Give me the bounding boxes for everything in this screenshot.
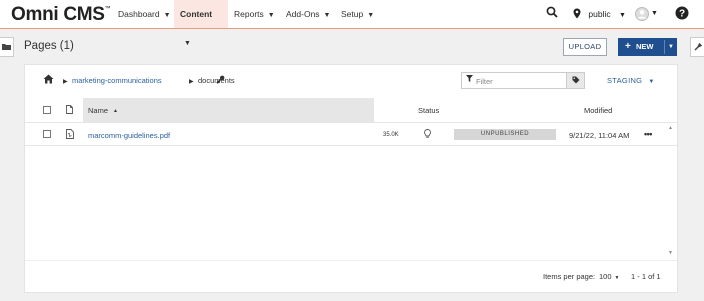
help-icon[interactable]: ? <box>675 6 689 22</box>
environment-selector[interactable]: STAGING ▼ <box>607 76 655 85</box>
tag-filter-button[interactable] <box>566 73 584 88</box>
key-icon[interactable] <box>216 75 225 87</box>
nav-reports[interactable]: Reports ▼ <box>228 0 281 28</box>
chevron-down-icon: ▼ <box>648 79 655 85</box>
new-button-label: NEW <box>636 42 654 51</box>
nav-content-label: Content <box>180 9 213 19</box>
file-name-link[interactable]: marcomm-guidelines.pdf <box>88 131 170 140</box>
items-per-page-value: 100 <box>599 272 612 281</box>
nav-dashboard-label: Dashboard <box>118 9 160 19</box>
top-navigation: Omni CMS™ Dashboard ▼ Content▼ Reports ▼ A… <box>0 0 704 47</box>
chevron-down-icon: ▼ <box>618 12 626 19</box>
modified-date: 9/21/22, 11:04 AM <box>569 131 630 140</box>
new-button[interactable]: + NEW ▼ <box>618 38 677 56</box>
right-panel-toggle[interactable] <box>690 37 704 57</box>
breadcrumb-separator-icon: ▶ <box>63 79 68 85</box>
nav-setup-label: Setup <box>341 9 364 19</box>
svg-text:?: ? <box>679 9 685 20</box>
status-badge: UNPUBLISHED <box>454 129 556 140</box>
site-selector[interactable]: public ▼ <box>573 6 626 22</box>
pagination-range: 1 - 1 of 1 <box>631 272 661 281</box>
nav-setup[interactable]: Setup ▼ <box>335 0 380 28</box>
trademark-mark: ™ <box>104 6 111 12</box>
row-checkbox[interactable] <box>43 130 51 138</box>
filter-field <box>461 72 585 89</box>
sort-ascending-icon: ▲ <box>113 108 118 114</box>
chevron-down-icon: ▼ <box>614 275 620 281</box>
page-title: Pages (1) <box>24 40 74 52</box>
nav-add-ons[interactable]: Add-Ons ▼ <box>280 0 336 28</box>
select-all-checkbox[interactable] <box>43 106 51 114</box>
button-divider <box>664 40 665 54</box>
chevron-down-icon: ▼ <box>651 10 658 17</box>
site-label: public <box>588 9 611 19</box>
nav-content[interactable]: Content ▼ <box>174 0 228 47</box>
scroll-down-icon[interactable]: ▼ <box>668 250 673 256</box>
nav-add-ons-label: Add-Ons <box>286 9 320 19</box>
logo-text: Omni CMS <box>11 4 105 25</box>
chevron-down-icon: ▼ <box>367 12 375 19</box>
new-dropdown-caret-icon[interactable]: ▼ <box>668 38 674 56</box>
file-browser-panel: ▶ marketing-communications ▶ documents S… <box>24 64 678 293</box>
tag-icon <box>572 76 579 84</box>
chevron-down-icon: ▼ <box>163 12 171 19</box>
upload-button[interactable]: UPLOAD <box>563 38 607 56</box>
nav-dashboard[interactable]: Dashboard ▼ <box>112 0 177 28</box>
environment-label: STAGING <box>607 76 643 85</box>
chevron-down-icon: ▼ <box>323 12 331 19</box>
status-column-label[interactable]: Status <box>418 106 439 115</box>
user-menu[interactable]: ▼ <box>635 7 658 23</box>
filter-input[interactable] <box>476 75 566 87</box>
breadcrumb-marketing-communications[interactable]: marketing-communications <box>72 76 162 86</box>
gadget-icon <box>693 42 702 51</box>
table-scrollbar[interactable]: ▲ ▼ <box>666 123 676 259</box>
avatar-icon <box>635 7 649 21</box>
items-per-page-select[interactable]: 100 ▼ <box>599 272 619 281</box>
location-pin-icon <box>573 8 581 19</box>
chevron-down-icon: ▼ <box>267 12 275 19</box>
folder-icon <box>2 44 11 51</box>
file-type-header-icon <box>66 105 73 116</box>
omni-cms-logo[interactable]: Omni CMS™ <box>11 4 111 26</box>
pagination-bar: Items per page: 100 ▼ 1 - 1 of 1 <box>25 260 677 293</box>
home-icon[interactable] <box>43 74 54 87</box>
file-size: 35.0K <box>383 132 399 138</box>
modified-column-label[interactable]: Modified <box>584 106 612 115</box>
left-panel-toggle[interactable] <box>0 37 14 57</box>
plus-icon: + <box>625 41 631 52</box>
name-column-label: Name <box>88 106 109 115</box>
breadcrumb-separator-icon: ▶ <box>189 79 194 85</box>
search-icon[interactable] <box>546 6 558 22</box>
chevron-down-icon: ▼ <box>184 40 191 47</box>
table-row[interactable]: marcomm-guidelines.pdf 35.0K UNPUBLISHED… <box>25 122 677 146</box>
lightbulb-icon <box>424 129 431 141</box>
funnel-icon <box>466 75 473 84</box>
name-column-header[interactable] <box>83 98 374 122</box>
scroll-up-icon[interactable]: ▲ <box>668 125 673 131</box>
table-header: Name ▲ Status Modified <box>25 98 677 122</box>
pdf-file-icon <box>66 129 74 141</box>
nav-reports-label: Reports <box>234 9 264 19</box>
more-actions-icon[interactable]: ••• <box>644 129 652 139</box>
items-per-page-label: Items per page: <box>543 272 596 281</box>
